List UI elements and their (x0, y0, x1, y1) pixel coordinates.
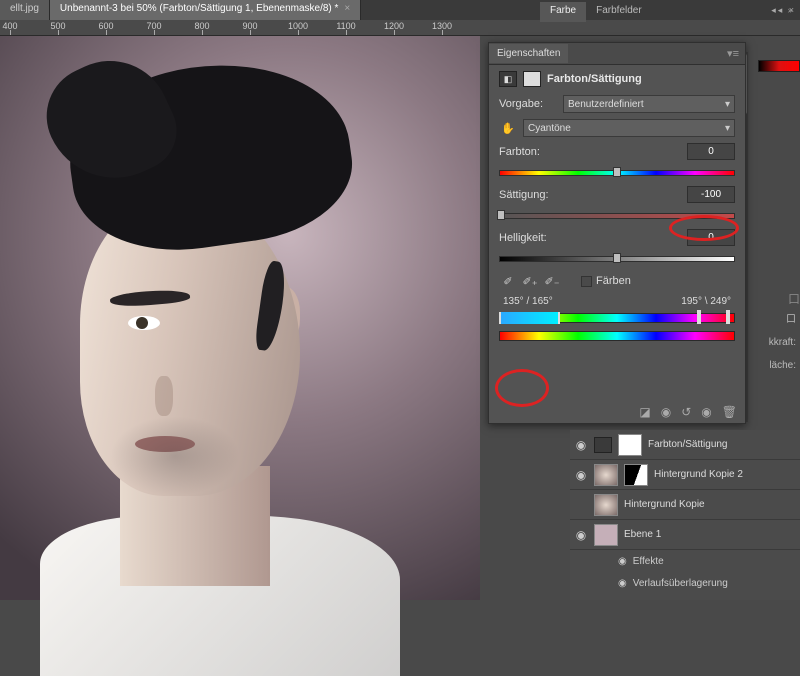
tab-label: Unbenannt-3 bei 50% (Farbton/Sättigung 1… (60, 3, 339, 14)
annotation-circle (495, 369, 549, 407)
effect-name: Verlaufsüberlagerung (633, 578, 728, 589)
layer-row[interactable]: ◉ Hintergrund Kopie 2 (570, 460, 800, 490)
document-tab[interactable]: ellt.jpg (0, 0, 50, 20)
hue-input[interactable] (687, 143, 735, 160)
panel-menu-icon[interactable]: ▾≡ (721, 47, 745, 60)
channel-select[interactable]: Cyantöne (523, 119, 735, 137)
layer-name: Farbton/Sättigung (648, 439, 728, 450)
layer-thumb[interactable] (594, 464, 618, 486)
eyedropper-sub-icon[interactable]: ✐₋ (543, 272, 561, 290)
layer-name: Hintergrund Kopie (624, 499, 705, 510)
visibility-icon[interactable]: ◉ (618, 578, 627, 589)
visibility-icon[interactable]: ◉ (701, 405, 711, 419)
tab-farbe[interactable]: Farbe (540, 2, 586, 22)
close-icon[interactable]: × (344, 3, 350, 14)
colorize-checkbox[interactable] (581, 276, 592, 287)
fill-label: läche: (760, 360, 800, 371)
color-range-slider-main[interactable] (499, 327, 735, 343)
layer-effects-row[interactable]: ◉ Effekte (570, 550, 800, 572)
mask-icon[interactable]: ▭ (523, 71, 541, 87)
lightness-label: Helligkeit: (499, 232, 547, 244)
opacity-label: kkraft: (760, 337, 800, 348)
layer-effect-item[interactable]: ◉ Verlaufsüberlagerung (570, 572, 800, 594)
color-range-slider[interactable] (499, 309, 735, 325)
dock-crop-icon[interactable]: 口 (760, 310, 800, 325)
targeted-adjust-icon[interactable]: ✋ (499, 119, 517, 137)
dock-labels: 口 kkraft: läche: (760, 260, 800, 383)
visibility-icon[interactable]: ◉ (574, 528, 588, 542)
adjustment-thumb-icon (594, 437, 612, 453)
tab-label: ellt.jpg (10, 3, 39, 14)
layer-thumb[interactable] (594, 524, 618, 546)
colorize-label: Färben (596, 275, 631, 287)
color-ramp[interactable] (758, 60, 800, 72)
properties-panel: Eigenschaften ▾≡ ◧ ▭ Farbton/Sättigung V… (488, 42, 746, 424)
preset-select[interactable]: Benutzerdefiniert (563, 95, 735, 113)
saturation-slider[interactable] (499, 209, 735, 221)
reset-icon[interactable]: ↺ (681, 405, 691, 419)
layer-row[interactable]: Hintergrund Kopie (570, 490, 800, 520)
document-tab-active[interactable]: Unbenannt-3 bei 50% (Farbton/Sättigung 1… (50, 0, 361, 20)
visibility-icon[interactable]: ◉ (574, 468, 588, 482)
saturation-label: Sättigung: (499, 189, 549, 201)
tab-farbfelder[interactable]: Farbfelder (586, 2, 652, 22)
clip-icon[interactable]: ◪ (639, 405, 650, 419)
preset-label: Vorgabe: (499, 98, 557, 110)
effects-label: Effekte (633, 556, 664, 567)
layer-mask-thumb[interactable] (618, 434, 642, 456)
range-left-label: 135° / 165° (503, 296, 553, 307)
visibility-icon[interactable]: ◉ (574, 438, 588, 452)
hue-slider[interactable] (499, 166, 735, 178)
trash-icon[interactable]: 🗑 (722, 405, 737, 419)
layers-panel: ◉ Farbton/Sättigung ◉ Hintergrund Kopie … (570, 430, 800, 600)
lightness-slider[interactable] (499, 252, 735, 264)
horizontal-ruler: 4005006007008009001000110012001300 (0, 20, 800, 36)
panel-tab-eigenschaften[interactable]: Eigenschaften (489, 44, 568, 63)
saturation-input[interactable] (687, 186, 735, 203)
layer-row[interactable]: ◉ Ebene 1 (570, 520, 800, 550)
hue-label: Farbton: (499, 146, 540, 158)
color-panel-tabs: Farbe Farbfelder ◂◂ × (540, 2, 800, 22)
adjustment-kind-label: Farbton/Sättigung (547, 73, 642, 85)
canvas-image[interactable] (0, 36, 480, 600)
layer-thumb[interactable] (594, 494, 618, 516)
panel-collapse-icon[interactable]: ◂◂ × (771, 5, 796, 16)
layer-row[interactable]: ◉ Farbton/Sättigung (570, 430, 800, 460)
range-right-label: 195° \ 249° (681, 296, 731, 307)
visibility-icon[interactable]: ◉ (618, 556, 627, 567)
eyedropper-icon[interactable]: ✐ (499, 272, 517, 290)
view-previous-icon[interactable]: ◉ (661, 405, 671, 419)
lightness-input[interactable] (687, 229, 735, 246)
adjustment-icon[interactable]: ◧ (499, 71, 517, 87)
eyedropper-add-icon[interactable]: ✐₊ (521, 272, 539, 290)
layer-name: Ebene 1 (624, 529, 661, 540)
layer-name: Hintergrund Kopie 2 (654, 469, 743, 480)
layer-mask-thumb[interactable] (624, 464, 648, 486)
